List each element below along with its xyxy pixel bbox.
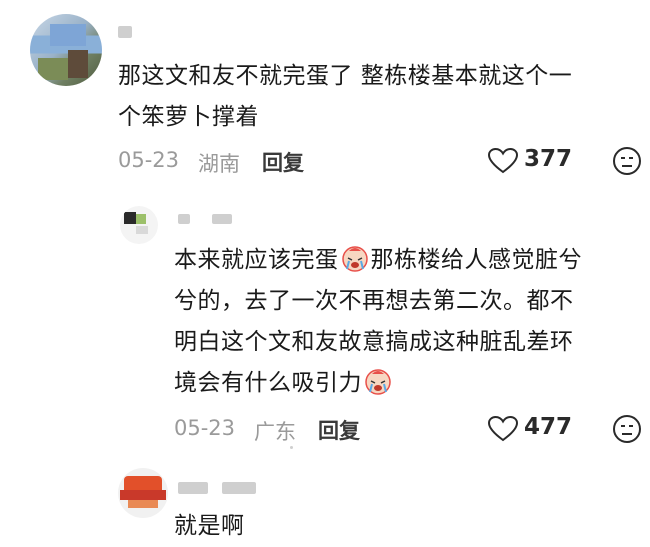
avatar[interactable] (120, 206, 158, 244)
avatar[interactable] (118, 468, 168, 518)
username-redacted[interactable] (212, 214, 232, 224)
reply-button[interactable]: 回复 (262, 147, 304, 177)
reply-button[interactable]: 回复 (318, 415, 360, 445)
heart-icon[interactable] (488, 148, 518, 174)
avatar[interactable] (30, 14, 102, 86)
like-count: 377 (524, 146, 573, 172)
username-redacted[interactable] (178, 214, 190, 224)
username-redacted[interactable] (178, 482, 208, 494)
reply-comment-body: 本来就应该完蛋 那栋楼给人感觉脏兮 兮的，去了一次不再想去第二次。都不 明白这个… (174, 240, 644, 404)
like-count: 477 (524, 414, 573, 440)
comment-location: 广东 (254, 420, 296, 444)
comment-location: 湖南 (198, 152, 240, 176)
reply-comment-body: 就是啊 (174, 513, 245, 539)
username-redacted[interactable] (118, 26, 132, 38)
username-redacted[interactable] (222, 482, 256, 494)
comment-date: 05-23 (174, 416, 236, 440)
dislike-face-icon[interactable] (612, 146, 642, 176)
crying-face-emoji (341, 246, 368, 272)
separator-dot (290, 446, 293, 449)
dislike-face-icon[interactable] (612, 414, 642, 444)
comment-date: 05-23 (118, 148, 180, 172)
heart-icon[interactable] (488, 416, 518, 442)
comment-body: 那这文和友不就完蛋了 整栋楼基本就这个一 个笨萝卜撑着 (118, 63, 573, 130)
crying-face-emoji (365, 369, 391, 395)
